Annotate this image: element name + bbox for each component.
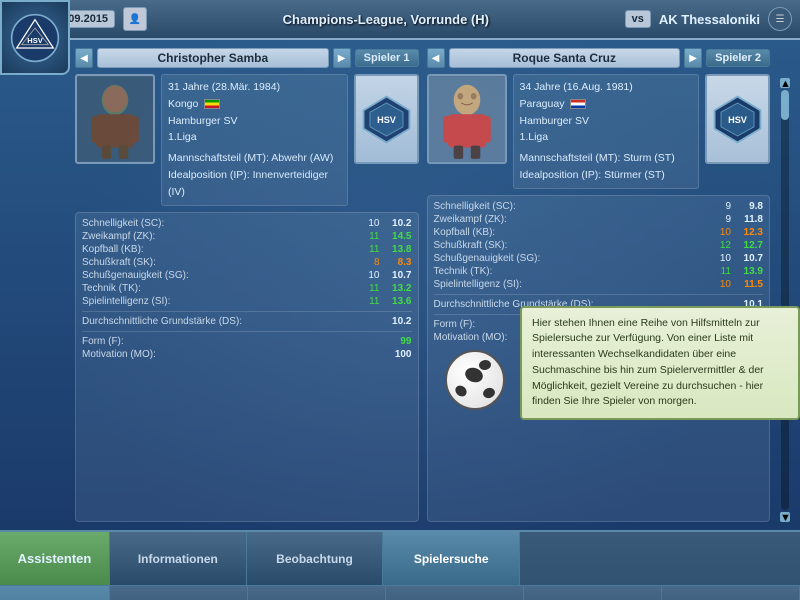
stat-label: Schnelligkeit (SC): (434, 201, 710, 212)
stat-base: 11 (358, 283, 380, 294)
tab-organizer[interactable]: Organizer (248, 586, 386, 600)
stat-label: Schußgenauigkeit (SG): (82, 270, 358, 281)
stat-row: Schußgenauigkeit (SG): 10 10.7 (82, 270, 412, 281)
bottom-tabs: Informationen Beobachtung Spielersuche P… (110, 532, 800, 600)
hsv-logo-svg: HSV (10, 13, 60, 63)
top-bar: 📅 06.09.2015 👤 Champions-League, Vorrund… (0, 0, 800, 40)
stat-row: Schnelligkeit (SC): 9 9.8 (434, 201, 764, 212)
tooltip-box: Hier stehen Ihnen eine Reihe von Hilfsmi… (520, 306, 800, 421)
stat-current: 13.8 (384, 244, 412, 255)
stat-row: Kopfball (KB): 11 13.8 (82, 244, 412, 255)
stat-row: Schnelligkeit (SC): 10 10.2 (82, 218, 412, 229)
stat-row: Schußkraft (SK): 8 8.3 (82, 257, 412, 268)
stat-row: Schußgenauigkeit (SG): 10 10.7 (434, 253, 764, 264)
bottom-left-buttons: Assistenten Optionen (0, 532, 110, 600)
stat-label: Schußkraft (SK): (434, 240, 710, 251)
tab-team[interactable]: Team (386, 586, 524, 600)
stat-current: 9.8 (735, 201, 763, 212)
stat-current: 11.8 (735, 214, 763, 225)
optionen-button[interactable]: Optionen (0, 586, 109, 600)
settings-icon[interactable]: ☰ (768, 7, 792, 31)
vs-label: vs (625, 10, 651, 28)
tab-transfer[interactable]: Tra... (662, 586, 800, 600)
opponent-name: AK Thessaloniki (659, 12, 760, 27)
stat-current: 10.2 (384, 218, 412, 229)
soccer-ball (445, 350, 505, 410)
player1-form-val: 99 (384, 336, 412, 347)
stat-base: 11 (358, 244, 380, 255)
tab-spielersuche[interactable]: Spielersuche (383, 532, 520, 585)
stat-row: Zweikampf (ZK): 9 11.8 (434, 214, 764, 225)
tabs-row-2: Presse Organizer Team Training Tra... (110, 586, 800, 600)
stat-label: Technik (TK): (434, 266, 710, 277)
stat-label: Zweikampf (ZK): (434, 214, 710, 225)
stat-current: 13.2 (384, 283, 412, 294)
stat-base: 9 (709, 201, 731, 212)
player1-form-label: Form (F): (82, 336, 384, 347)
stat-base: 9 (709, 214, 731, 225)
stat-current: 14.5 (384, 231, 412, 242)
stat-base: 8 (358, 257, 380, 268)
stat-label: Kopfball (KB): (82, 244, 358, 255)
team-icon: 👤 (123, 7, 147, 31)
stat-row: Kopfball (KB): 10 12.3 (434, 227, 764, 238)
stat-label: Spielintelligenz (SI): (82, 296, 358, 307)
stat-label: Spielintelligenz (SI): (434, 279, 710, 290)
stat-base: 11 (709, 266, 731, 277)
stat-base: 10 (358, 218, 380, 229)
player1-motivation-val: 100 (384, 349, 412, 360)
tab-beobachtung[interactable]: Beobachtung (247, 532, 384, 585)
stat-label: Schußkraft (SK): (82, 257, 358, 268)
stat-row: Schußkraft (SK): 12 12.7 (434, 240, 764, 251)
stat-current: 8.3 (384, 257, 412, 268)
bottom-bar: Assistenten Optionen Informationen Beoba… (0, 530, 800, 600)
tab-informationen[interactable]: Informationen (110, 532, 247, 585)
stat-current: 12.3 (735, 227, 763, 238)
player1-avg-label: Durchschnittliche Grundstärke (DS): (82, 316, 384, 327)
tab-training[interactable]: Training (524, 586, 662, 600)
stat-label: Zweikampf (ZK): (82, 231, 358, 242)
stat-base: 12 (709, 240, 731, 251)
tabs-row-1: Informationen Beobachtung Spielersuche (110, 532, 800, 586)
stat-base: 10 (709, 253, 731, 264)
stat-row: Technik (TK): 11 13.9 (434, 266, 764, 277)
stat-base: 11 (358, 296, 380, 307)
stat-label: Schnelligkeit (SC): (82, 218, 358, 229)
stat-row: Technik (TK): 11 13.2 (82, 283, 412, 294)
stat-label: Schußgenauigkeit (SG): (434, 253, 710, 264)
stat-row: Spielintelligenz (SI): 11 13.6 (82, 296, 412, 307)
stat-row: Zweikampf (ZK): 11 14.5 (82, 231, 412, 242)
stat-current: 10.7 (735, 253, 763, 264)
match-title: Champions-League, Vorrunde (H) (155, 12, 617, 27)
main-area: ◀ Christopher Samba ▶ Spieler 1 (0, 40, 800, 530)
stat-current: 13.6 (384, 296, 412, 307)
stat-current: 12.7 (735, 240, 763, 251)
stat-base: 10 (709, 227, 731, 238)
club-badge: HSV (0, 0, 70, 75)
player1-motivation-label: Motivation (MO): (82, 349, 384, 360)
stat-base: 10 (709, 279, 731, 290)
stat-current: 11.5 (735, 279, 763, 290)
player1-stats: Schnelligkeit (SC): 10 10.2 Zweikampf (Z… (75, 212, 419, 522)
svg-text:HSV: HSV (27, 36, 42, 45)
mascot (445, 350, 510, 415)
stat-current: 13.9 (735, 266, 763, 277)
stat-label: Technik (TK): (82, 283, 358, 294)
player1-avg-val: 10.2 (384, 316, 412, 327)
tab-presse[interactable]: Presse (110, 586, 248, 600)
stat-base: 10 (358, 270, 380, 281)
stat-base: 11 (358, 231, 380, 242)
stat-label: Kopfball (KB): (434, 227, 710, 238)
assistenten-button[interactable]: Assistenten (0, 532, 109, 586)
stat-current: 10.7 (384, 270, 412, 281)
stat-row: Spielintelligenz (SI): 10 11.5 (434, 279, 764, 290)
tooltip-text: Hier stehen Ihnen eine Reihe von Hilfsmi… (532, 317, 764, 408)
